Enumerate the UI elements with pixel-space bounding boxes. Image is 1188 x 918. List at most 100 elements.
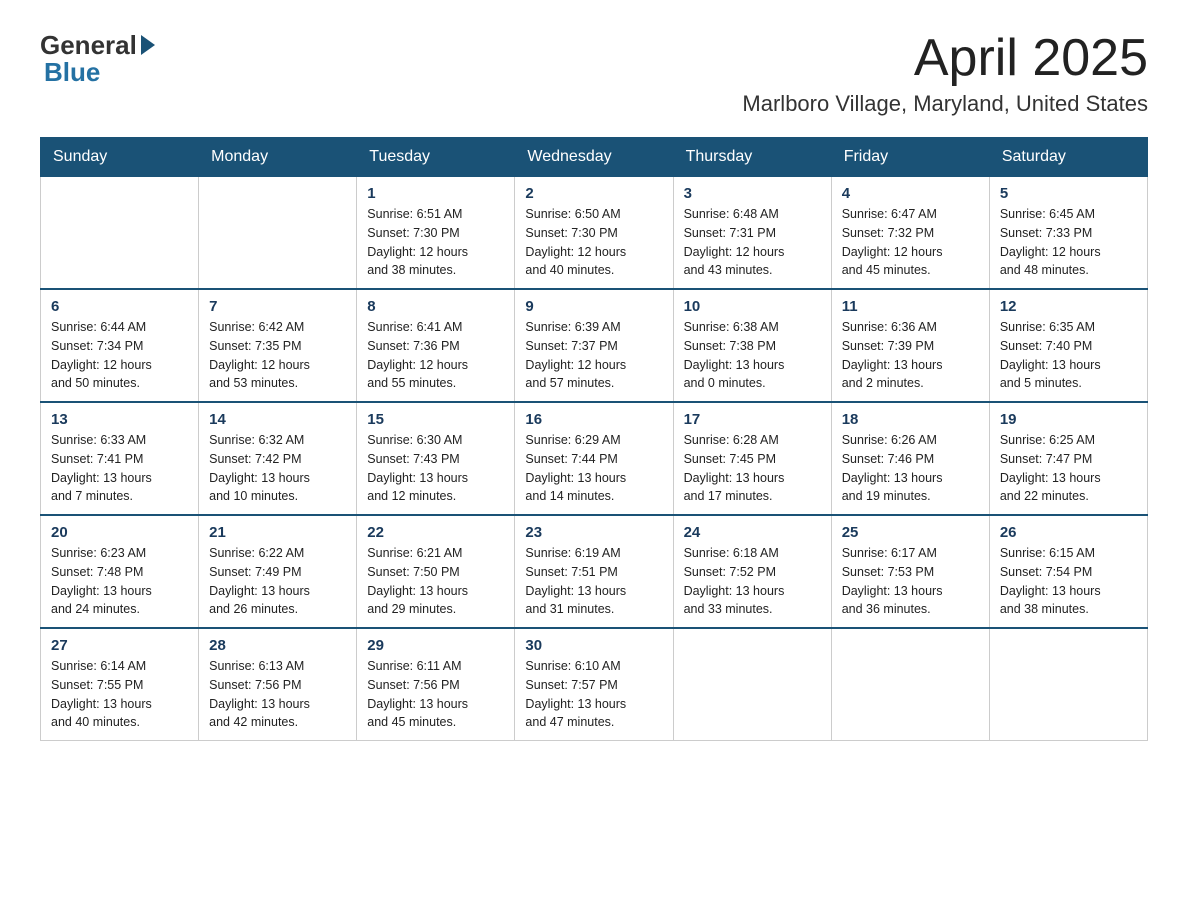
calendar-cell: [831, 628, 989, 741]
calendar-week-row: 13 Sunrise: 6:33 AM Sunset: 7:41 PM Dayli…: [41, 402, 1148, 515]
calendar-cell: 18 Sunrise: 6:26 AM Sunset: 7:46 PM Dayli…: [831, 402, 989, 515]
calendar-cell: 3 Sunrise: 6:48 AM Sunset: 7:31 PM Daylig…: [673, 177, 831, 290]
logo-blue-text: Blue: [44, 57, 100, 88]
day-number: 9: [525, 298, 662, 315]
calendar-cell: 27Sunrise: 6:14 AM Sunset: 7:55 PM Dayli…: [41, 628, 199, 741]
day-number: 16: [525, 411, 662, 428]
calendar-cell: 4 Sunrise: 6:47 AM Sunset: 7:32 PM Daylig…: [831, 177, 989, 290]
calendar-cell: 16 Sunrise: 6:29 AM Sunset: 7:44 PM Dayli…: [515, 402, 673, 515]
calendar-cell: 2 Sunrise: 6:50 AM Sunset: 7:30 PM Daylig…: [515, 177, 673, 290]
day-number: 20: [51, 524, 188, 541]
day-info: Sunrise: 6:15 AM Sunset: 7:54 PM Dayligh…: [1000, 544, 1137, 619]
weekday-header-tuesday: Tuesday: [357, 138, 515, 177]
day-info: Sunrise: 6:19 AM Sunset: 7:51 PM Dayligh…: [525, 544, 662, 619]
day-info: Sunrise: 6:51 AM Sunset: 7:30 PM Dayligh…: [367, 205, 504, 280]
day-info: Sunrise: 6:30 AM Sunset: 7:43 PM Dayligh…: [367, 431, 504, 506]
calendar-week-row: 20 Sunrise: 6:23 AM Sunset: 7:48 PM Dayli…: [41, 515, 1148, 628]
day-info: Sunrise: 6:11 AM Sunset: 7:56 PM Dayligh…: [367, 657, 504, 732]
calendar-week-row: 1 Sunrise: 6:51 AM Sunset: 7:30 PM Daylig…: [41, 177, 1148, 290]
day-number: 18: [842, 411, 979, 428]
day-number: 23: [525, 524, 662, 541]
month-year-title: April 2025: [742, 30, 1148, 87]
day-info: Sunrise: 6:25 AM Sunset: 7:47 PM Dayligh…: [1000, 431, 1137, 506]
day-number: 10: [684, 298, 821, 315]
calendar-cell: 15 Sunrise: 6:30 AM Sunset: 7:43 PM Dayli…: [357, 402, 515, 515]
calendar-cell: 29 Sunrise: 6:11 AM Sunset: 7:56 PM Dayli…: [357, 628, 515, 741]
weekday-header-sunday: Sunday: [41, 138, 199, 177]
calendar-cell: 19 Sunrise: 6:25 AM Sunset: 7:47 PM Dayli…: [989, 402, 1147, 515]
calendar-cell: 22Sunrise: 6:21 AM Sunset: 7:50 PM Dayli…: [357, 515, 515, 628]
page-header: General Blue April 2025 Marlboro Village…: [40, 30, 1148, 117]
day-number: 25: [842, 524, 979, 541]
day-number: 14: [209, 411, 346, 428]
day-info: Sunrise: 6:26 AM Sunset: 7:46 PM Dayligh…: [842, 431, 979, 506]
day-info: Sunrise: 6:47 AM Sunset: 7:32 PM Dayligh…: [842, 205, 979, 280]
day-number: 22: [367, 524, 504, 541]
calendar-cell: 26 Sunrise: 6:15 AM Sunset: 7:54 PM Dayli…: [989, 515, 1147, 628]
day-number: 30: [525, 637, 662, 654]
calendar-cell: 5 Sunrise: 6:45 AM Sunset: 7:33 PM Daylig…: [989, 177, 1147, 290]
day-number: 28: [209, 637, 346, 654]
day-info: Sunrise: 6:29 AM Sunset: 7:44 PM Dayligh…: [525, 431, 662, 506]
calendar-cell: 20 Sunrise: 6:23 AM Sunset: 7:48 PM Dayli…: [41, 515, 199, 628]
title-section: April 2025 Marlboro Village, Maryland, U…: [742, 30, 1148, 117]
logo-triangle-icon: [141, 35, 155, 55]
day-number: 11: [842, 298, 979, 315]
calendar-cell: 12Sunrise: 6:35 AM Sunset: 7:40 PM Dayli…: [989, 289, 1147, 402]
day-info: Sunrise: 6:44 AM Sunset: 7:34 PM Dayligh…: [51, 318, 188, 393]
day-number: 2: [525, 185, 662, 202]
day-number: 4: [842, 185, 979, 202]
day-number: 19: [1000, 411, 1137, 428]
day-info: Sunrise: 6:35 AM Sunset: 7:40 PM Dayligh…: [1000, 318, 1137, 393]
weekday-header-monday: Monday: [199, 138, 357, 177]
calendar-cell: 6 Sunrise: 6:44 AM Sunset: 7:34 PM Daylig…: [41, 289, 199, 402]
calendar-cell: 8Sunrise: 6:41 AM Sunset: 7:36 PM Daylig…: [357, 289, 515, 402]
day-number: 5: [1000, 185, 1137, 202]
day-info: Sunrise: 6:32 AM Sunset: 7:42 PM Dayligh…: [209, 431, 346, 506]
calendar-cell: 30 Sunrise: 6:10 AM Sunset: 7:57 PM Dayli…: [515, 628, 673, 741]
calendar-cell: 9 Sunrise: 6:39 AM Sunset: 7:37 PM Daylig…: [515, 289, 673, 402]
day-info: Sunrise: 6:23 AM Sunset: 7:48 PM Dayligh…: [51, 544, 188, 619]
day-info: Sunrise: 6:22 AM Sunset: 7:49 PM Dayligh…: [209, 544, 346, 619]
weekday-header-friday: Friday: [831, 138, 989, 177]
day-info: Sunrise: 6:50 AM Sunset: 7:30 PM Dayligh…: [525, 205, 662, 280]
calendar-cell: 23 Sunrise: 6:19 AM Sunset: 7:51 PM Dayli…: [515, 515, 673, 628]
day-info: Sunrise: 6:39 AM Sunset: 7:37 PM Dayligh…: [525, 318, 662, 393]
calendar-cell: 14 Sunrise: 6:32 AM Sunset: 7:42 PM Dayli…: [199, 402, 357, 515]
weekday-header-thursday: Thursday: [673, 138, 831, 177]
day-number: 17: [684, 411, 821, 428]
calendar-week-row: 6 Sunrise: 6:44 AM Sunset: 7:34 PM Daylig…: [41, 289, 1148, 402]
day-number: 3: [684, 185, 821, 202]
weekday-header-saturday: Saturday: [989, 138, 1147, 177]
day-info: Sunrise: 6:13 AM Sunset: 7:56 PM Dayligh…: [209, 657, 346, 732]
day-info: Sunrise: 6:14 AM Sunset: 7:55 PM Dayligh…: [51, 657, 188, 732]
weekday-header-wednesday: Wednesday: [515, 138, 673, 177]
calendar-cell: 11Sunrise: 6:36 AM Sunset: 7:39 PM Dayli…: [831, 289, 989, 402]
day-number: 15: [367, 411, 504, 428]
calendar-cell: [673, 628, 831, 741]
day-info: Sunrise: 6:45 AM Sunset: 7:33 PM Dayligh…: [1000, 205, 1137, 280]
day-info: Sunrise: 6:41 AM Sunset: 7:36 PM Dayligh…: [367, 318, 504, 393]
calendar-cell: 21Sunrise: 6:22 AM Sunset: 7:49 PM Dayli…: [199, 515, 357, 628]
day-info: Sunrise: 6:28 AM Sunset: 7:45 PM Dayligh…: [684, 431, 821, 506]
day-info: Sunrise: 6:48 AM Sunset: 7:31 PM Dayligh…: [684, 205, 821, 280]
calendar-cell: [199, 177, 357, 290]
day-info: Sunrise: 6:18 AM Sunset: 7:52 PM Dayligh…: [684, 544, 821, 619]
calendar-cell: 17 Sunrise: 6:28 AM Sunset: 7:45 PM Dayli…: [673, 402, 831, 515]
day-info: Sunrise: 6:42 AM Sunset: 7:35 PM Dayligh…: [209, 318, 346, 393]
day-number: 26: [1000, 524, 1137, 541]
calendar-cell: 25Sunrise: 6:17 AM Sunset: 7:53 PM Dayli…: [831, 515, 989, 628]
day-number: 29: [367, 637, 504, 654]
calendar-cell: [989, 628, 1147, 741]
day-number: 1: [367, 185, 504, 202]
calendar-cell: 13 Sunrise: 6:33 AM Sunset: 7:41 PM Dayli…: [41, 402, 199, 515]
calendar-cell: 28 Sunrise: 6:13 AM Sunset: 7:56 PM Dayli…: [199, 628, 357, 741]
day-number: 13: [51, 411, 188, 428]
calendar-cell: [41, 177, 199, 290]
day-number: 7: [209, 298, 346, 315]
day-number: 6: [51, 298, 188, 315]
calendar-cell: 1 Sunrise: 6:51 AM Sunset: 7:30 PM Daylig…: [357, 177, 515, 290]
day-info: Sunrise: 6:33 AM Sunset: 7:41 PM Dayligh…: [51, 431, 188, 506]
calendar-cell: 24Sunrise: 6:18 AM Sunset: 7:52 PM Dayli…: [673, 515, 831, 628]
day-info: Sunrise: 6:10 AM Sunset: 7:57 PM Dayligh…: [525, 657, 662, 732]
